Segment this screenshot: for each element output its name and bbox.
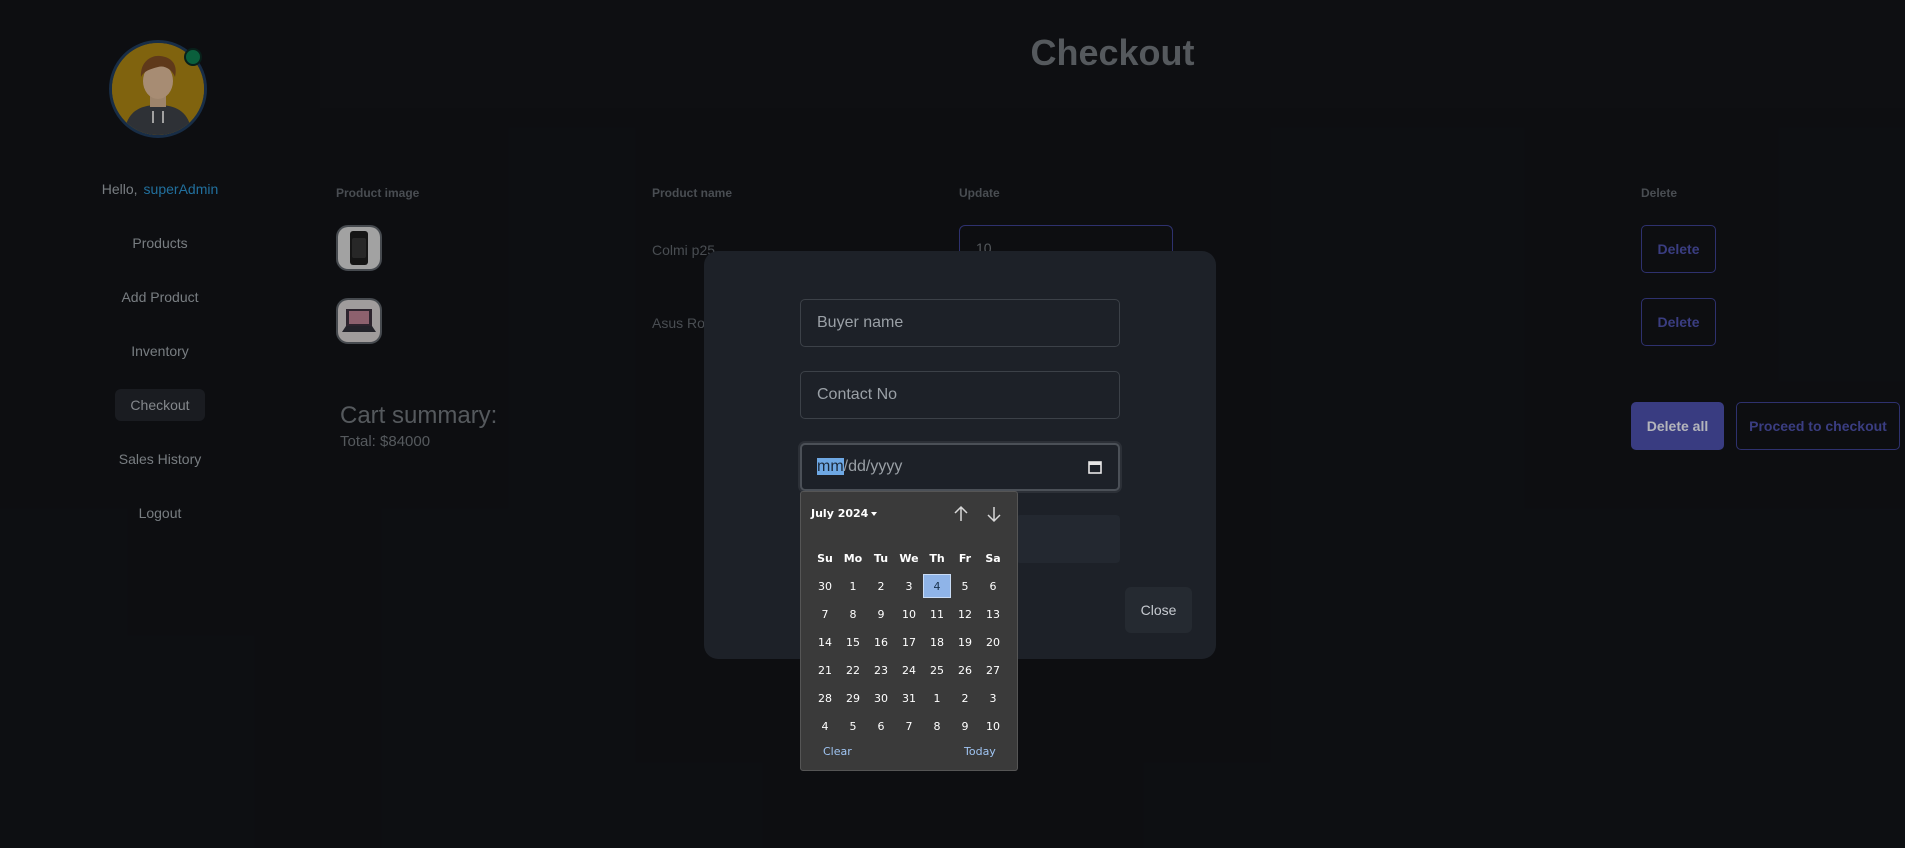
weekday-header: Fr: [958, 551, 972, 565]
calendar-week-row: 4 5 6 7 8 9 10: [811, 712, 1007, 740]
calendar-day[interactable]: 5: [839, 720, 867, 733]
calendar-day[interactable]: 6: [867, 720, 895, 733]
calendar-day[interactable]: 6: [979, 580, 1007, 593]
calendar-day[interactable]: 3: [895, 580, 923, 593]
weekday-header: We: [899, 551, 919, 565]
date-picker: July 2024 Su Mo Tu We Th Fr Sa 30 1 2 3 4 5 6 7 8 9 10 11 1…: [800, 491, 1018, 771]
calendar-grid: Su Mo Tu We Th Fr Sa 30 1 2 3 4 5 6 7 8 9 10 11 12 13 14 15 16 1…: [811, 544, 1007, 740]
calendar-day[interactable]: 22: [839, 664, 867, 677]
calendar-day[interactable]: 9: [867, 608, 895, 621]
calendar-day[interactable]: 23: [867, 664, 895, 677]
calendar-day[interactable]: 31: [895, 692, 923, 705]
month-year-selector[interactable]: July 2024: [811, 507, 878, 520]
calendar-day[interactable]: 4: [811, 720, 839, 733]
weekday-header: Mo: [843, 551, 863, 565]
weekday-header: Tu: [873, 551, 889, 565]
calendar-day[interactable]: 7: [895, 720, 923, 733]
calendar-day[interactable]: 2: [951, 692, 979, 705]
calendar-week-row: 7 8 9 10 11 12 13: [811, 600, 1007, 628]
calendar-day[interactable]: 24: [895, 664, 923, 677]
calendar-week-row: 28 29 30 31 1 2 3: [811, 684, 1007, 712]
weekday-header: Th: [929, 551, 945, 565]
calendar-day[interactable]: 5: [951, 580, 979, 593]
today-button[interactable]: Today: [964, 745, 996, 758]
calendar-day[interactable]: 26: [951, 664, 979, 677]
calendar-day[interactable]: 11: [923, 608, 951, 621]
arrow-up-icon[interactable]: [951, 504, 971, 524]
calendar-day[interactable]: 8: [839, 608, 867, 621]
calendar-day[interactable]: 25: [923, 664, 951, 677]
calendar-day[interactable]: 20: [979, 636, 1007, 649]
modal-submit-area[interactable]: [1016, 515, 1120, 563]
calendar-day[interactable]: 3: [979, 692, 1007, 705]
calendar-day[interactable]: 12: [951, 608, 979, 621]
calendar-day[interactable]: 30: [811, 580, 839, 593]
arrow-down-icon[interactable]: [984, 504, 1004, 524]
calendar-day[interactable]: 7: [811, 608, 839, 621]
calendar-day[interactable]: 1: [923, 692, 951, 705]
calendar-week-row: 21 22 23 24 25 26 27: [811, 656, 1007, 684]
calendar-day[interactable]: 30: [867, 692, 895, 705]
date-input[interactable]: mm/dd/yyyy: [800, 443, 1120, 491]
calendar-week-row: 14 15 16 17 18 19 20: [811, 628, 1007, 656]
close-button[interactable]: Close: [1125, 587, 1192, 633]
calendar-day[interactable]: 17: [895, 636, 923, 649]
calendar-day[interactable]: 21: [811, 664, 839, 677]
contact-no-input[interactable]: Contact No: [800, 371, 1120, 419]
calendar-day[interactable]: 19: [951, 636, 979, 649]
weekday-header: Su: [817, 551, 833, 565]
calendar-week-row: 30 1 2 3 4 5 6: [811, 572, 1007, 600]
calendar-day[interactable]: 15: [839, 636, 867, 649]
calendar-day[interactable]: 28: [811, 692, 839, 705]
date-month-segment[interactable]: mm: [817, 458, 844, 475]
calendar-day[interactable]: 10: [895, 608, 923, 621]
calendar-day[interactable]: 27: [979, 664, 1007, 677]
caret-down-icon: [871, 512, 878, 516]
buyer-name-input[interactable]: Buyer name: [800, 299, 1120, 347]
clear-button[interactable]: Clear: [823, 745, 852, 758]
calendar-day[interactable]: 16: [867, 636, 895, 649]
calendar-day[interactable]: 18: [923, 636, 951, 649]
calendar-day[interactable]: 4: [923, 574, 951, 598]
calendar-day[interactable]: 29: [839, 692, 867, 705]
calendar-day[interactable]: 14: [811, 636, 839, 649]
calendar-icon[interactable]: [1088, 460, 1102, 474]
calendar-day[interactable]: 13: [979, 608, 1007, 621]
weekday-header: Sa: [985, 551, 1001, 565]
calendar-day[interactable]: 2: [867, 580, 895, 593]
calendar-day[interactable]: 9: [951, 720, 979, 733]
calendar-day[interactable]: 8: [923, 720, 951, 733]
calendar-day[interactable]: 10: [979, 720, 1007, 733]
calendar-day[interactable]: 1: [839, 580, 867, 593]
date-rest-segment[interactable]: /dd/yyyy: [844, 458, 903, 475]
month-year-label: July 2024: [811, 507, 869, 520]
